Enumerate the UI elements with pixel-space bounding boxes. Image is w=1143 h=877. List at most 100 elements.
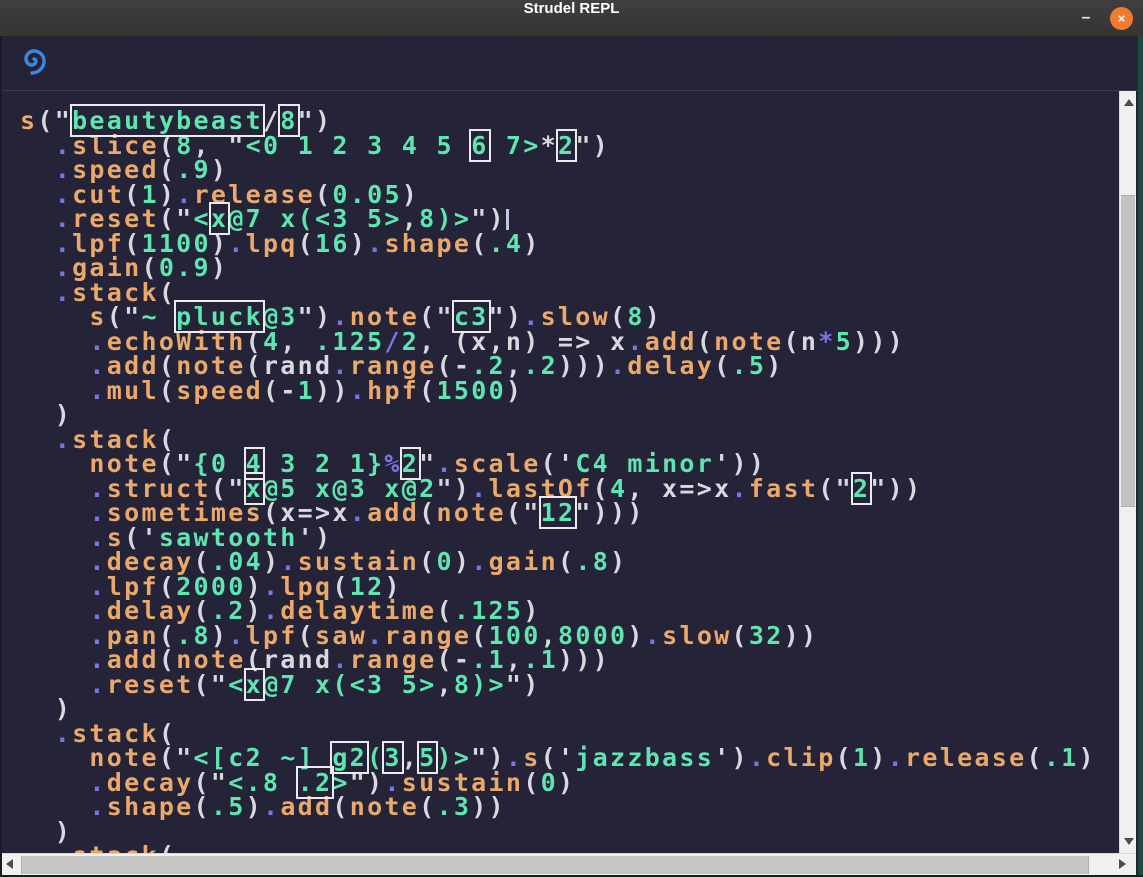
code-token: .: [645, 621, 662, 650]
strudel-spiral-logo-icon[interactable]: [18, 47, 50, 79]
code-token: (: [714, 351, 731, 380]
code-token: fast: [749, 474, 818, 503]
window-controls: – ×: [1078, 0, 1133, 36]
code-token: (": [818, 474, 853, 503]
code-token: (: [419, 547, 436, 576]
code-token: (: [419, 792, 436, 821]
code-line[interactable]: ): [20, 403, 1096, 428]
code-token: 32: [749, 621, 784, 650]
code-token: "))): [575, 498, 644, 527]
code-token: "): [506, 670, 541, 699]
code-token: "): [575, 131, 610, 160]
scroll-down-arrow-icon[interactable]: [1124, 838, 1134, 845]
code-line[interactable]: .gain(0.9): [20, 256, 1096, 281]
code-token: ))): [558, 351, 610, 380]
vertical-scrollbar[interactable]: [1119, 91, 1136, 853]
code-token: ): [523, 229, 540, 258]
active-token-highlight: 2: [853, 474, 870, 503]
code-token: .: [888, 743, 905, 772]
code-line[interactable]: .reset("<x@7 x(<3 5>,8)>"): [20, 673, 1096, 698]
code-token: .: [749, 743, 766, 772]
window-right-border[interactable]: [1138, 36, 1143, 877]
code-token: 5: [836, 327, 853, 356]
close-button[interactable]: ×: [1110, 7, 1133, 30]
code-token: ,: [436, 670, 453, 699]
code-token: .: [350, 376, 367, 405]
code-token: delay: [627, 351, 714, 380]
code-token: mul: [107, 376, 159, 405]
code-token: .8: [575, 547, 610, 576]
window-title: Strudel REPL: [0, 0, 1143, 36]
code-token: -: [280, 376, 297, 405]
code-line[interactable]: .mul(speed(-1)).hpf(1500): [20, 379, 1096, 404]
active-token-highlight: 2: [558, 131, 575, 160]
code-token: 1: [298, 376, 315, 405]
code-token: 8)>: [454, 670, 506, 699]
window-left-border: [0, 36, 2, 877]
code-token: ): [1079, 743, 1096, 772]
toolbar: [0, 37, 1143, 91]
code-token: ): [350, 229, 367, 258]
code-token: .: [471, 547, 488, 576]
code-token: ")): [870, 474, 922, 503]
code-area[interactable]: s("beautybeast/8") .slice(8, "<0 1 2 3 4…: [20, 109, 1096, 853]
code-token: 16: [315, 229, 350, 258]
minimize-button[interactable]: –: [1078, 9, 1094, 27]
code-line[interactable]: .stack(: [20, 844, 1096, 853]
code-token: (: [419, 376, 436, 405]
strudel-repl-window: Strudel REPL – × s("beautybeast/8") .sli…: [0, 0, 1143, 877]
code-token: 0: [541, 768, 558, 797]
titlebar[interactable]: Strudel REPL – ×: [0, 0, 1143, 37]
code-token: (: [332, 792, 349, 821]
code-token: note: [436, 498, 505, 527]
code-token: shape: [107, 792, 194, 821]
scroll-left-arrow-icon[interactable]: [6, 859, 13, 869]
code-token: <0 1 2 3 4 5: [246, 131, 472, 160]
code-token: .: [89, 376, 106, 405]
code-token: ): [211, 253, 228, 282]
code-editor[interactable]: s("beautybeast/8") .slice(8, "<0 1 2 3 4…: [0, 91, 1119, 853]
code-token: 1: [853, 743, 870, 772]
code-token: (: [732, 621, 749, 650]
code-token: .: [350, 498, 367, 527]
code-token: 7>: [489, 131, 541, 160]
code-token: .3: [437, 792, 472, 821]
code-token: )): [315, 376, 350, 405]
code-line[interactable]: .shape(.5).add(note(.3)): [20, 795, 1096, 820]
code-token: 0: [437, 547, 454, 576]
horizontal-scrollbar[interactable]: [0, 853, 1136, 876]
code-token: (: [194, 792, 211, 821]
code-token: n: [801, 327, 818, 356]
code-token: (": [506, 498, 541, 527]
scroll-right-arrow-icon[interactable]: [1119, 859, 1126, 869]
code-token: )): [471, 792, 506, 821]
code-token: add: [280, 792, 332, 821]
code-token: release: [905, 743, 1026, 772]
code-token: 1500: [437, 376, 506, 405]
code-token: .5: [732, 351, 767, 380]
code-token: (": [194, 670, 229, 699]
code-token: clip: [766, 743, 835, 772]
code-token: jazzbass: [575, 743, 714, 772]
code-line[interactable]: ): [20, 820, 1096, 845]
scroll-up-arrow-icon[interactable]: [1124, 99, 1134, 106]
code-token: ): [454, 547, 471, 576]
code-token: [20, 841, 55, 853]
code-token: slow: [662, 621, 731, 650]
code-token: ): [610, 547, 627, 576]
code-token: (: [263, 376, 280, 405]
code-token: <: [228, 670, 245, 699]
text-cursor: [506, 209, 509, 230]
code-token: (: [471, 229, 488, 258]
code-token: .: [228, 229, 245, 258]
code-token: ): [558, 768, 575, 797]
code-token: '): [714, 743, 749, 772]
horizontal-scrollbar-thumb[interactable]: [21, 856, 1089, 874]
code-line[interactable]: ): [20, 697, 1096, 722]
code-token: reset: [107, 670, 194, 699]
code-token: .1: [1044, 743, 1079, 772]
code-token: (: [419, 498, 436, 527]
code-token: @7 x(<3 5>: [263, 670, 437, 699]
vertical-scrollbar-thumb[interactable]: [1121, 195, 1135, 507]
code-token: .5: [211, 792, 246, 821]
